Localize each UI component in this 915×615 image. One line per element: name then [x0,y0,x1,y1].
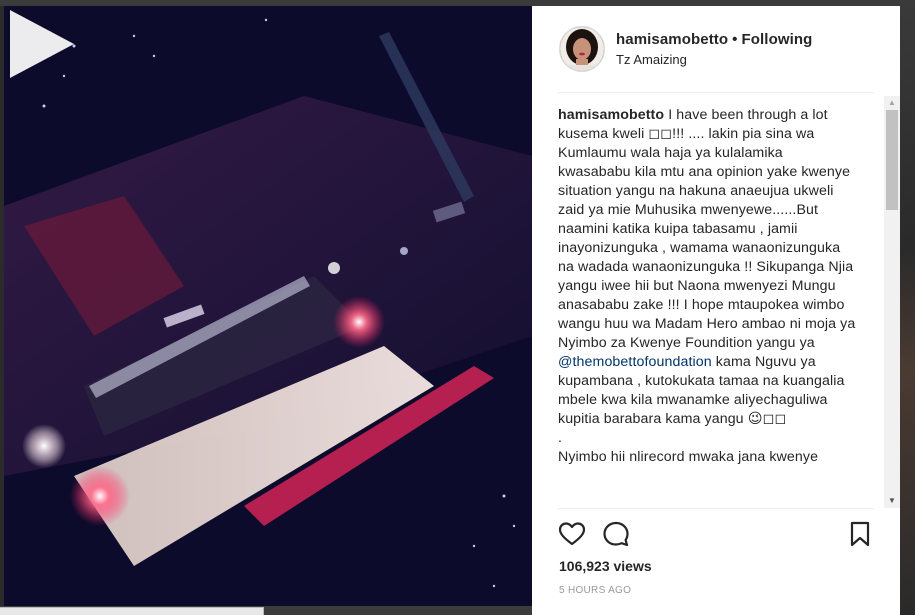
comment-icon[interactable] [602,520,630,548]
avatar[interactable] [559,26,605,72]
browser-status-bar [0,607,264,615]
post-caption: hamisamobetto I have been through a lot … [558,106,858,467]
scroll-down-arrow-icon[interactable]: ▼ [884,494,900,508]
video-frame [4,6,532,606]
comments-list[interactable]: hamisamobetto I have been through a lot … [532,96,884,508]
mention-link[interactable]: @themobettofoundation [558,354,712,370]
username-link[interactable]: hamisamobetto [616,31,728,48]
instagram-post-modal: hamisamobetto • Following Tz Amaizing hami… [0,0,915,615]
page-backdrop-right [900,0,915,615]
scroll-thumb[interactable] [886,110,898,210]
caption-text-second-paragraph: Nyimbo hii nlirecord mwaka jana kwenye [558,449,819,465]
post-author: hamisamobetto • Following [616,31,812,48]
separator-dot: • [732,31,738,48]
post-actions [532,512,900,552]
caption-text: I have been through a lot kusema kweli ◻… [558,107,856,351]
post-header: hamisamobetto • Following Tz Amaizing [532,6,900,92]
view-count[interactable]: 106,923 views [559,558,652,574]
caption-dot: . [558,430,563,446]
actions-divider [557,508,874,509]
avatar-image [560,27,604,71]
heart-icon[interactable] [558,520,586,548]
scroll-up-arrow-icon[interactable]: ▲ [884,96,900,110]
location-link[interactable]: Tz Amaizing [616,52,687,67]
comments-scrollbar[interactable]: ▲ ▼ [884,96,900,508]
post-video[interactable] [4,6,532,606]
bookmark-icon[interactable] [846,520,874,548]
following-button[interactable]: Following [742,31,813,48]
post-timestamp[interactable]: 5 HOURS AGO [559,585,631,596]
post-details-panel: hamisamobetto • Following Tz Amaizing hami… [532,6,900,615]
header-divider [557,92,874,93]
caption-username[interactable]: hamisamobetto [558,107,664,123]
play-icon[interactable] [4,6,80,82]
